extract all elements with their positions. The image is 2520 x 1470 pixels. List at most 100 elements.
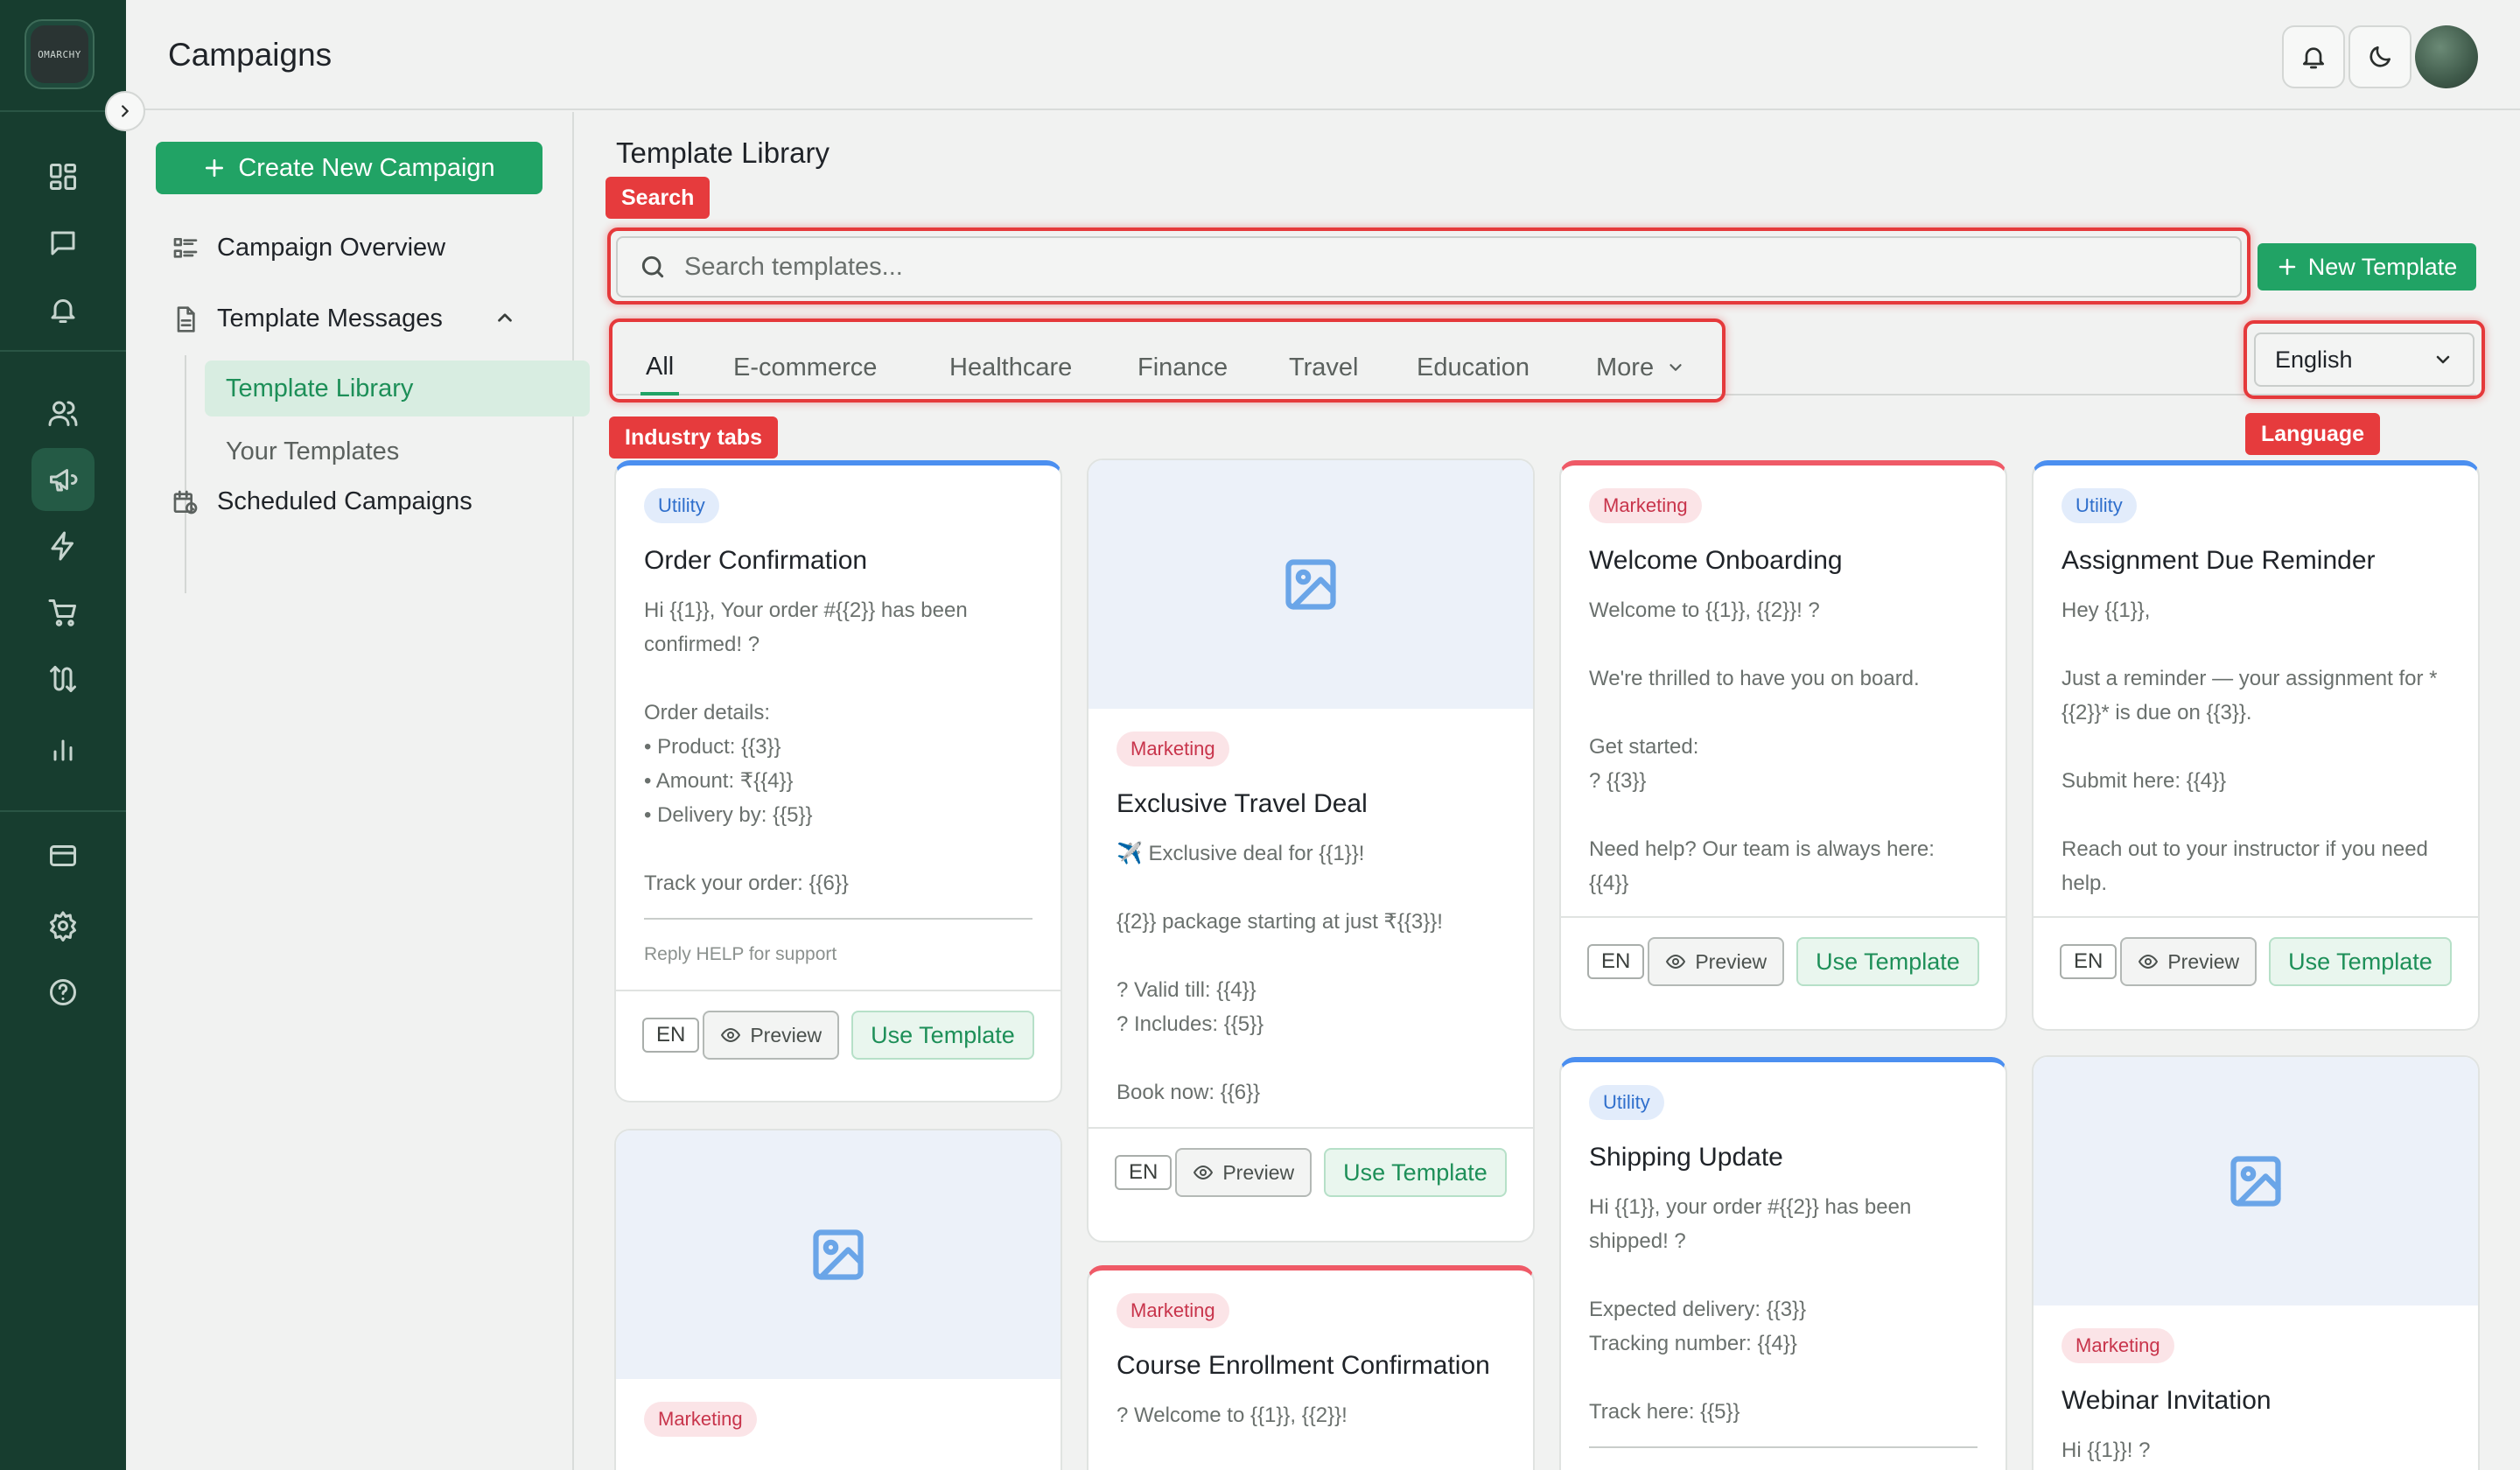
template-card[interactable]: Utility Assignment Due Reminder Hey {{1}… (2032, 460, 2480, 1031)
category-badge: Marketing (1116, 1293, 1229, 1328)
template-card[interactable]: Utility Shipping Update Hi {{1}}, your o… (1559, 1057, 2007, 1470)
logo-text: OMARCHY (31, 25, 88, 83)
page-title: Campaigns (168, 37, 332, 73)
sidebar-item-label: Template Library (226, 374, 414, 402)
preview-button[interactable]: Preview (1648, 937, 1785, 986)
image-icon (2230, 1156, 2281, 1207)
use-template-button[interactable]: Use Template (2269, 937, 2452, 986)
rail-divider (0, 810, 126, 812)
lightning-icon[interactable] (32, 514, 94, 578)
eye-icon (1194, 1166, 1214, 1180)
card-body: Hi {{1}}, Your order #{{2}} has been con… (644, 598, 968, 895)
sidebar-item-campaign-overview[interactable]: Campaign Overview (172, 234, 445, 262)
cart-icon[interactable] (32, 581, 94, 644)
plus-icon (206, 158, 224, 178)
card-title: Assignment Due Reminder (2062, 546, 2376, 575)
tab-label: Healthcare (949, 353, 1073, 382)
new-template-button[interactable]: New Template (2258, 243, 2476, 290)
search-field[interactable] (616, 236, 2242, 298)
tab-label: Travel (1289, 353, 1359, 382)
document-icon (177, 305, 195, 332)
card-image (1088, 460, 1533, 709)
user-avatar[interactable] (2415, 25, 2478, 88)
image-icon (1285, 559, 1336, 610)
use-template-button[interactable]: Use Template (851, 1011, 1034, 1060)
app-logo[interactable]: OMARCHY (24, 19, 94, 89)
card-title: Order Confirmation (644, 546, 868, 575)
template-card[interactable]: Utility Order Confirmation Hi {{1}}, You… (614, 460, 1062, 1102)
preview-button[interactable]: Preview (703, 1011, 840, 1060)
language-annotation: Language (2245, 413, 2381, 455)
notifications-button[interactable] (2282, 25, 2345, 88)
tab-travel[interactable]: Travel (1289, 341, 1359, 394)
billing-icon[interactable] (32, 824, 94, 887)
industry-tabs-annotation: Industry tabs (609, 416, 778, 458)
chevron-down-icon (1670, 364, 1682, 371)
template-card[interactable]: Marketing Welcome Onboarding Welcome to … (1559, 460, 2007, 1031)
new-template-label: New Template (2307, 253, 2458, 280)
sidebar-item-label: Scheduled Campaigns (217, 487, 472, 515)
card-title: Shipping Update (1589, 1143, 1783, 1172)
card-body: ✈️ Exclusive deal for {{1}}! {{2}} packa… (1116, 842, 1443, 1104)
search-input[interactable] (684, 252, 2172, 282)
language-select[interactable]: English (2254, 332, 2474, 387)
card-image (616, 1130, 1060, 1379)
users-icon[interactable] (32, 382, 94, 444)
template-card[interactable]: Marketing Webinar Invitation Hi {{1}}! ? (2032, 1055, 2480, 1470)
tab-ecommerce[interactable]: E-commerce (733, 341, 877, 394)
tab-healthcare[interactable]: Healthcare (949, 341, 1072, 394)
sidebar-item-scheduled-campaigns[interactable]: Scheduled Campaigns (172, 487, 472, 516)
preview-button[interactable]: Preview (1175, 1148, 1312, 1197)
section-title: Template Library (616, 136, 830, 169)
bell-icon[interactable] (32, 278, 94, 341)
search-icon (641, 256, 664, 278)
tab-label: Education (1417, 353, 1530, 382)
template-card[interactable]: Marketing Exclusive Travel Deal ✈️ Exclu… (1087, 458, 1535, 1242)
template-card[interactable]: Marketing (614, 1129, 1062, 1470)
help-icon[interactable] (32, 961, 94, 1024)
card-title: Webinar Invitation (2062, 1386, 2272, 1415)
preview-label: Preview (1222, 1160, 1295, 1184)
category-badge: Utility (1589, 1085, 1664, 1120)
analytics-icon[interactable] (32, 718, 94, 780)
use-template-button[interactable]: Use Template (1324, 1148, 1507, 1197)
theme-toggle-button[interactable] (2348, 25, 2412, 88)
language-badge: EN (1115, 1155, 1172, 1190)
category-badge: Marketing (1116, 732, 1229, 766)
sidebar-item-template-messages[interactable]: Template Messages (172, 304, 443, 333)
card-title: Course Enrollment Confirmation (1116, 1351, 1490, 1380)
megaphone-icon[interactable] (32, 448, 94, 511)
card-title: Welcome Onboarding (1589, 546, 1843, 575)
sidebar-item-template-library[interactable]: Template Library (205, 360, 590, 416)
top-bar: Campaigns (126, 0, 2520, 110)
sidebar-item-label: Campaign Overview (217, 234, 446, 262)
chat-icon[interactable] (32, 212, 94, 275)
dashboard-icon[interactable] (32, 145, 94, 208)
bell-icon (2303, 47, 2324, 69)
language-badge: EN (2060, 944, 2118, 979)
preview-button[interactable]: Preview (2120, 937, 2258, 986)
card-divider (1589, 1446, 1978, 1448)
tab-education[interactable]: Education (1417, 341, 1530, 394)
collapse-sidebar-button[interactable] (105, 91, 145, 131)
tab-finance[interactable]: Finance (1138, 341, 1228, 394)
settings-icon[interactable] (32, 894, 94, 957)
tab-more[interactable]: More (1596, 341, 1685, 394)
chevron-up-icon[interactable] (494, 306, 516, 329)
tab-all[interactable]: All (640, 341, 680, 396)
flow-icon[interactable] (32, 648, 94, 710)
create-campaign-button[interactable]: Create New Campaign (156, 142, 542, 194)
card-footer: Reply HELP for support (644, 944, 837, 964)
chevron-right-icon (122, 105, 129, 117)
preview-label: Preview (750, 1023, 822, 1046)
tab-label: E-commerce (733, 353, 878, 382)
sidebar-item-your-templates[interactable]: Your Templates (205, 424, 590, 480)
template-card[interactable]: Marketing Course Enrollment Confirmation… (1087, 1265, 1535, 1470)
use-template-button[interactable]: Use Template (1796, 937, 1979, 986)
card-divider (644, 918, 1032, 920)
card-body: Welcome to {{1}}, {{2}}! ? We're thrille… (1589, 598, 1935, 895)
card-image (2034, 1057, 2478, 1306)
eye-icon (721, 1028, 741, 1042)
category-badge: Marketing (2062, 1328, 2174, 1363)
sidebar-item-label: Template Messages (217, 304, 443, 332)
